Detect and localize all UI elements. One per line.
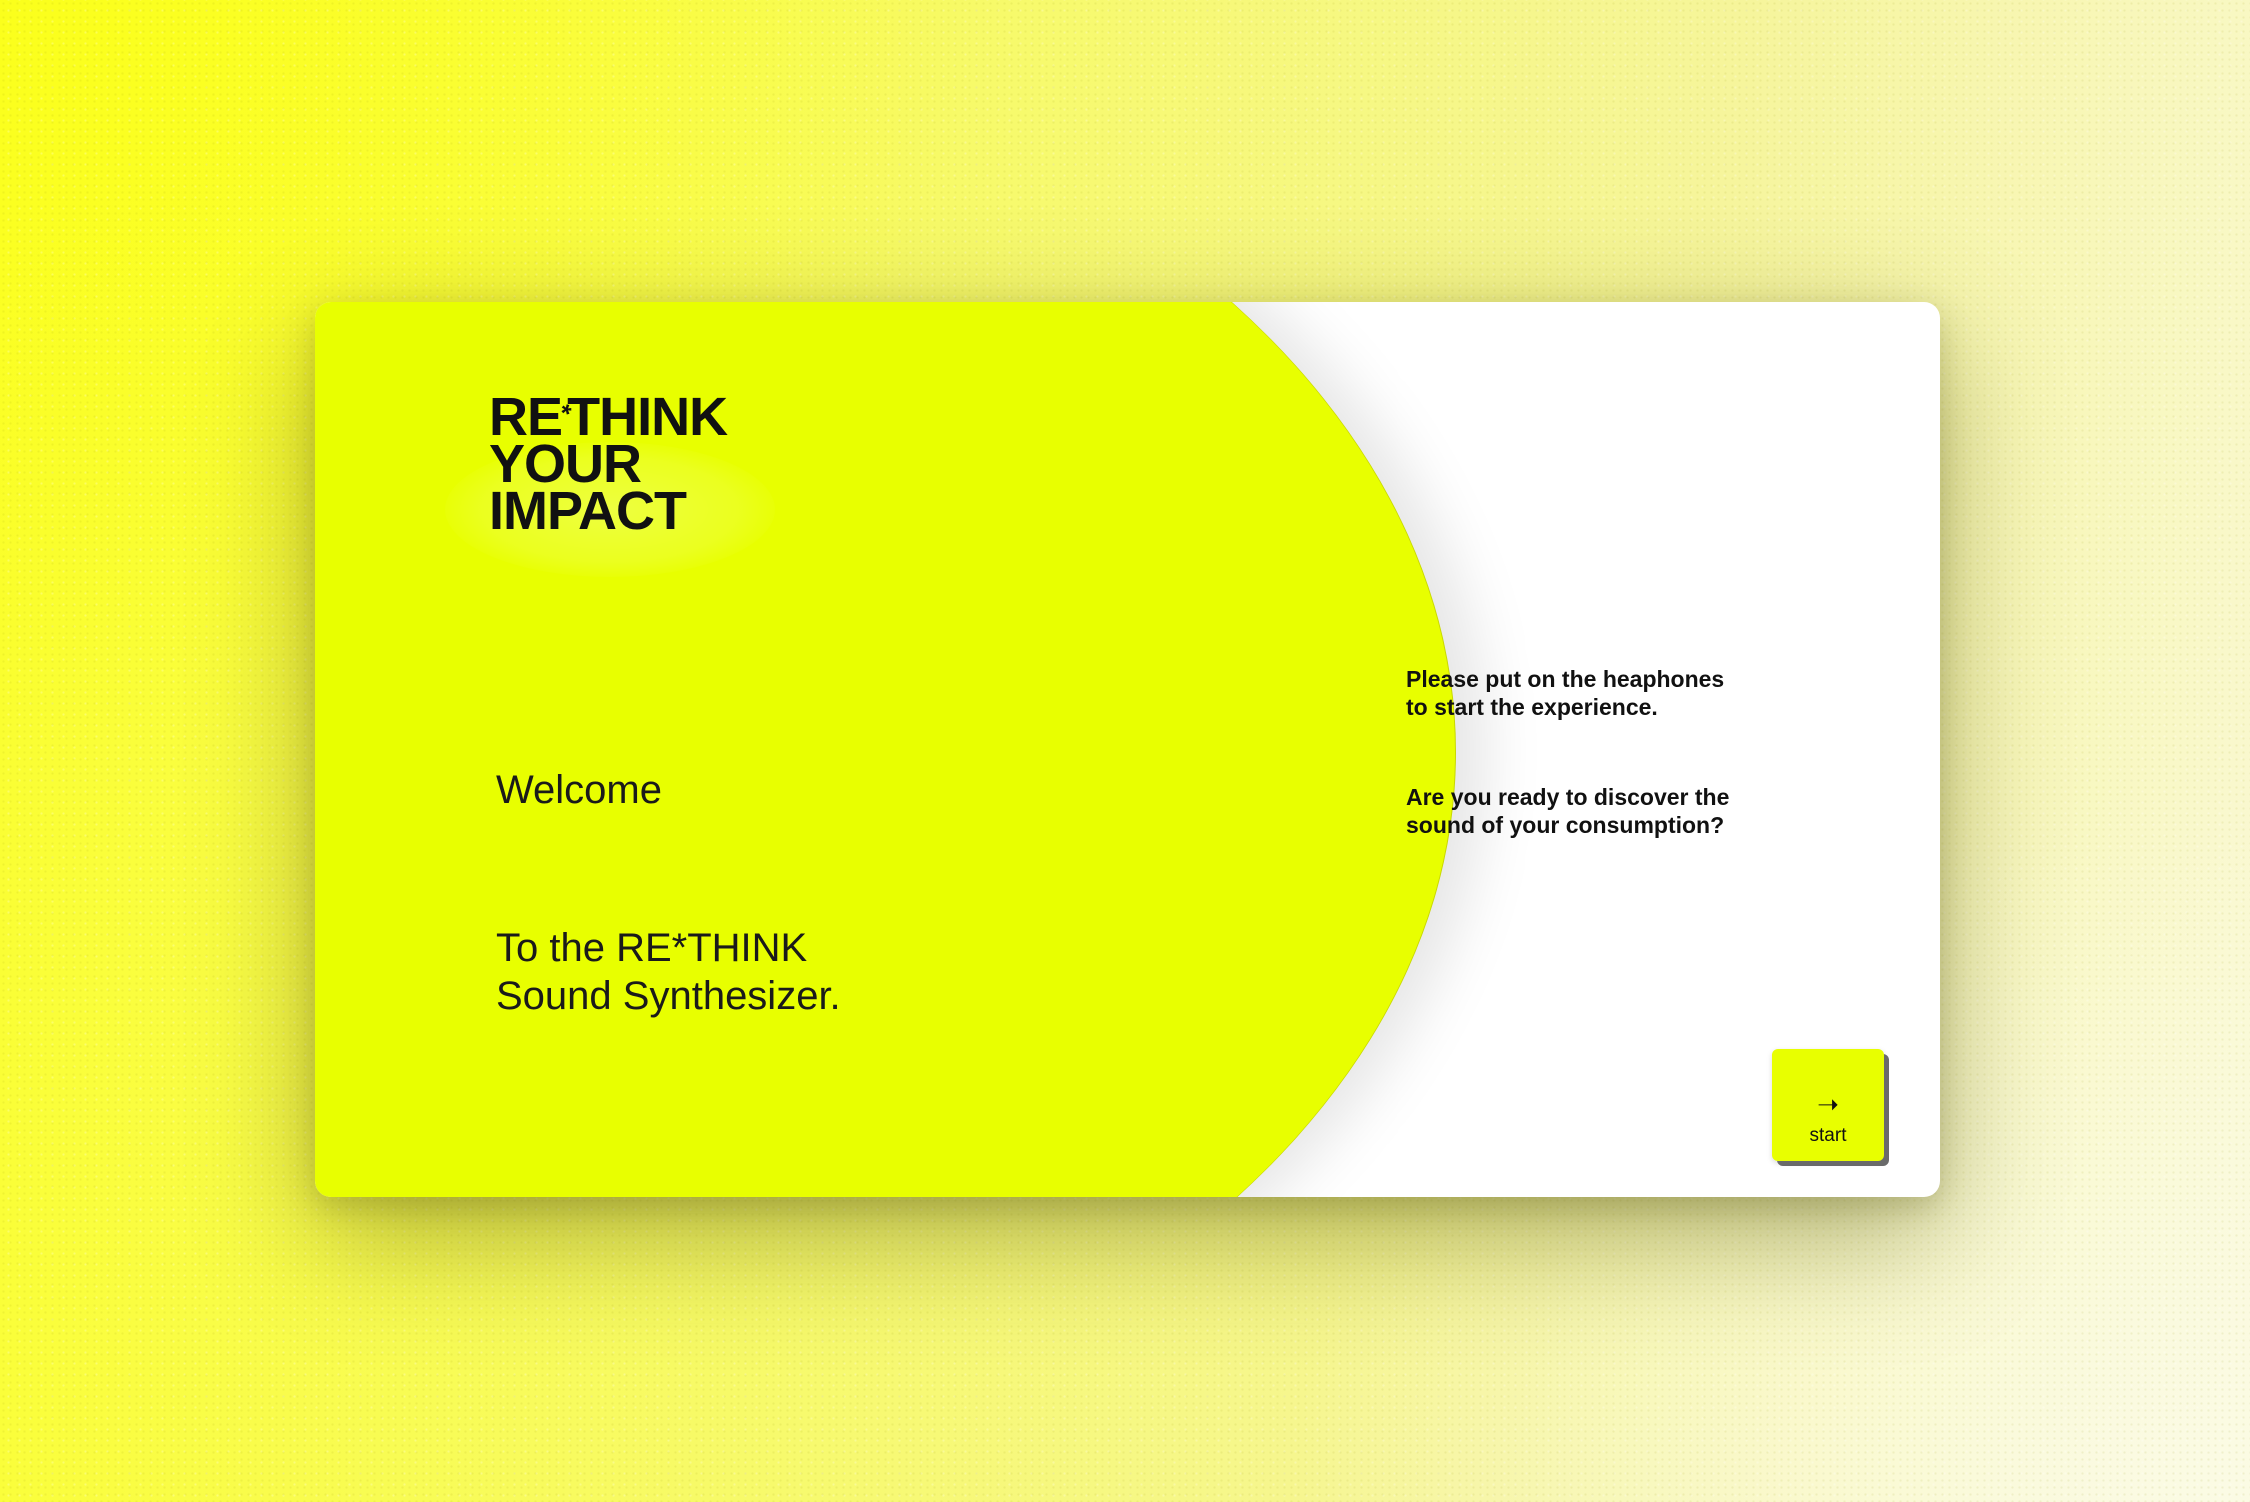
ready-line-1: Are you ready to discover the — [1406, 784, 1730, 810]
logo-line-3: IMPACT — [489, 481, 687, 541]
tagline-prefix: To the — [496, 926, 617, 970]
ready-line-2: sound of your consumption? — [1406, 812, 1725, 838]
headphones-line-1: Please put on the heaphones — [1406, 666, 1725, 692]
start-label: start — [1809, 1125, 1847, 1146]
headphones-line-2: to start the experience. — [1406, 694, 1658, 720]
welcome-heading: Welcome — [496, 768, 662, 812]
yellow-panel — [315, 302, 1456, 1197]
tagline-brand: RE*THINK — [616, 926, 808, 970]
tagline-line-2: Sound Synthesizer. — [496, 974, 841, 1018]
rethink-logo: RE*THINK YOUR IMPACT — [489, 390, 789, 544]
arrow-right-icon: ➝ — [1817, 1089, 1839, 1119]
ready-message: Are you ready to discover the sound of yo… — [1406, 783, 1806, 839]
welcome-card: RE*THINK YOUR IMPACT Welcome To the RE*T… — [315, 302, 1940, 1197]
welcome-tagline: To the RE*THINK Sound Synthesizer. — [496, 924, 841, 1020]
start-button[interactable]: ➝ start — [1772, 1049, 1884, 1161]
headphones-message: Please put on the heaphones to start the … — [1406, 665, 1806, 721]
